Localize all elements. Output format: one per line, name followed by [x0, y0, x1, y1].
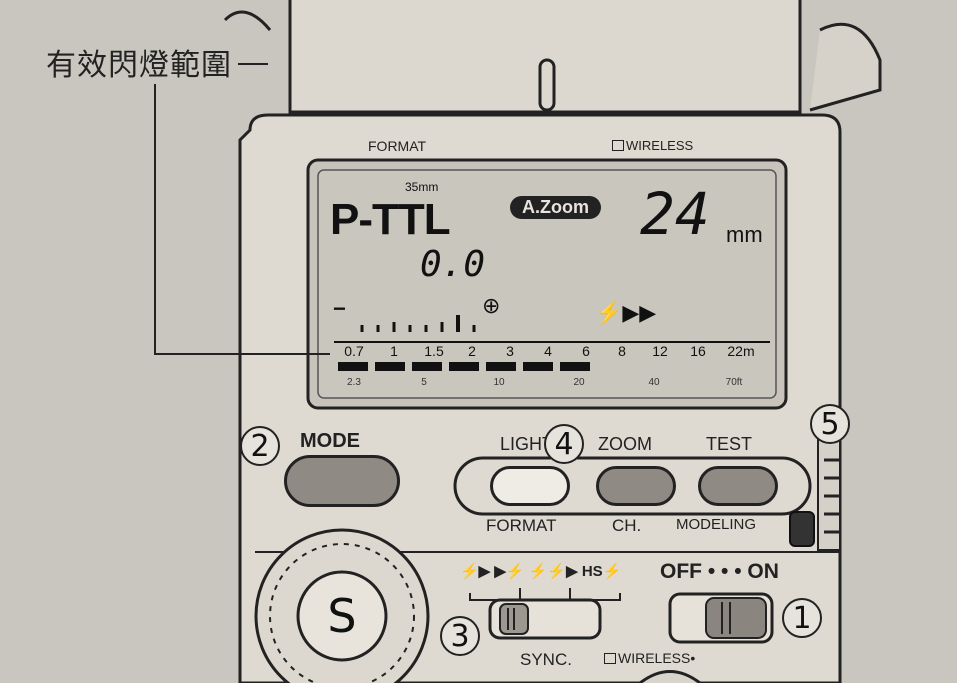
- flash-body-drawing: [154, 0, 882, 683]
- lcd-mode-readout: P-TTL: [330, 195, 451, 244]
- callout-2: 2: [240, 426, 280, 466]
- wireless-icon: [612, 140, 624, 151]
- range-m-10: 22m: [727, 343, 755, 359]
- lcd-flash-ready-icon: ⚡▶▶: [595, 300, 657, 325]
- range-segment: [486, 362, 516, 371]
- lcd-range-scale-feet: 2.3 5 10 20 40 70ft: [334, 377, 774, 393]
- wireless-bottom-label: WIRELESS•: [604, 650, 695, 666]
- range-ft-5: 70ft: [725, 377, 743, 388]
- range-m-9: 16: [690, 343, 706, 359]
- lcd-compensation-value: 0.0: [420, 244, 486, 285]
- wireless-top-text: WIRELESS: [626, 138, 694, 153]
- wireless-top-label: WIRELESS: [612, 138, 693, 153]
- range-m-8: 12: [652, 343, 668, 359]
- range-m-5: 4: [544, 343, 552, 359]
- range-m-0: 0.7: [344, 343, 364, 359]
- range-ft-3: 20: [573, 377, 585, 388]
- light-button[interactable]: [490, 466, 570, 506]
- power-switch[interactable]: [670, 594, 772, 642]
- range-m-2: 1.5: [424, 343, 444, 359]
- range-segment: [449, 362, 479, 371]
- range-ft-4: 40: [648, 377, 660, 388]
- sync-label: SYNC.: [520, 650, 572, 669]
- lcd-focal-length-value: 24: [640, 180, 710, 248]
- range-m-3: 2: [468, 343, 476, 359]
- zoom-button-label: ZOOM: [598, 434, 652, 454]
- format-top-label: FORMAT: [368, 138, 427, 154]
- range-m-4: 3: [506, 343, 514, 359]
- range-ft-1: 5: [421, 377, 427, 388]
- test-button-label: TEST: [706, 434, 753, 454]
- zoom-button[interactable]: [596, 466, 676, 506]
- modeling-secondary-label: MODELING: [676, 516, 757, 533]
- channel-secondary-label: CH.: [612, 516, 642, 535]
- power-switch-label: OFF • • • ON: [660, 560, 779, 583]
- callout-4: 4: [544, 424, 584, 464]
- format-secondary-label: FORMAT: [486, 516, 557, 535]
- wireless-bottom-text: WIRELESS•: [618, 650, 696, 666]
- effective-range-bar: [338, 362, 590, 371]
- range-m-6: 6: [582, 343, 590, 359]
- flash-unit-diagram: 有效閃燈範圍 FORMAT WIRELESS 35mm P-TTL A.Zoom…: [0, 0, 957, 683]
- range-ft-0: 2.3: [347, 377, 361, 388]
- range-ft-2: 10: [493, 377, 505, 388]
- mode-button-label: MODE: [300, 430, 360, 452]
- lcd-focal-unit: mm: [726, 222, 763, 247]
- command-dial[interactable]: S: [298, 572, 386, 660]
- callout-5: 5: [810, 404, 850, 444]
- range-m-1: 1: [390, 343, 398, 359]
- lcd-35mm-label: 35mm: [405, 180, 439, 194]
- range-segment: [412, 362, 442, 371]
- lcd-minus-icon: −: [333, 296, 346, 321]
- range-segment: [375, 362, 405, 371]
- sync-mode-icons: ⚡▶ ▶⚡ ⚡⚡▶ HS⚡: [460, 563, 622, 580]
- mode-button[interactable]: [284, 455, 400, 507]
- lcd-azoom-badge: A.Zoom: [510, 196, 601, 219]
- callout-3: 3: [440, 616, 480, 656]
- range-segment: [523, 362, 553, 371]
- effective-flash-range-label: 有效閃燈範圍: [40, 40, 238, 84]
- range-segment: [338, 362, 368, 371]
- lcd-plus-icon: ⊕: [482, 293, 501, 318]
- callout-1: 1: [782, 598, 822, 638]
- range-m-7: 8: [618, 343, 626, 359]
- range-segment: [560, 362, 590, 371]
- dial-letter: S: [327, 589, 357, 643]
- sync-mode-switch[interactable]: [490, 600, 600, 638]
- test-button[interactable]: [698, 466, 778, 506]
- lcd-range-scale-meters: 0.7 1 1.5 2 3 4 6 8 12 16 22m: [334, 343, 774, 363]
- wireless-icon: [604, 652, 616, 664]
